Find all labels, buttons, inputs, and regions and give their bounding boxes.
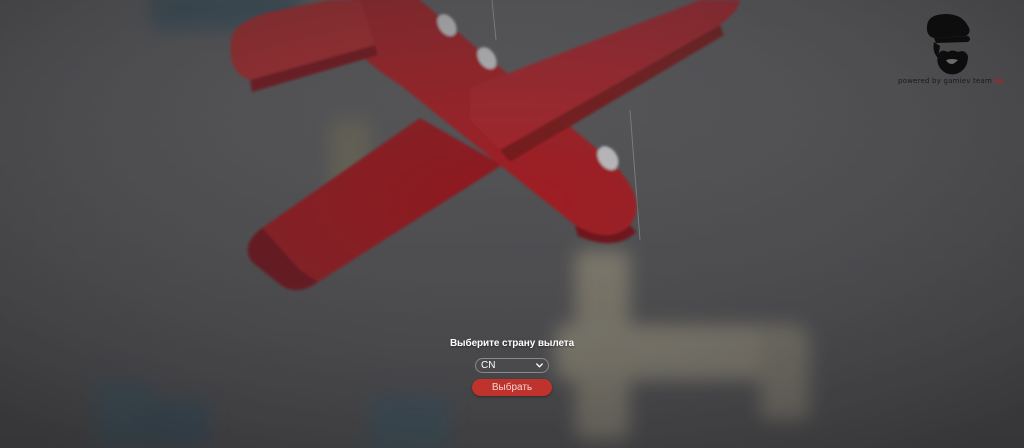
country-form: Выберите страну вылета CN Выбрать xyxy=(412,336,612,396)
brand-logo: powered by gamiev team ru xyxy=(898,12,1003,85)
country-select-value: CN xyxy=(481,360,496,371)
brand-caption-text: powered by gamiev team xyxy=(898,77,992,85)
bearded-man-cap-icon xyxy=(926,14,970,75)
chevron-down-icon xyxy=(536,363,543,368)
choose-button[interactable]: Выбрать xyxy=(472,379,552,396)
country-select[interactable]: CN xyxy=(475,358,549,373)
page: powered by gamiev team ru Выберите стран… xyxy=(0,0,1024,448)
brand-caption: powered by gamiev team ru xyxy=(898,77,1003,85)
brand-caption-suffix: ru xyxy=(994,77,1004,85)
country-prompt: Выберите страну вылета xyxy=(449,338,575,349)
